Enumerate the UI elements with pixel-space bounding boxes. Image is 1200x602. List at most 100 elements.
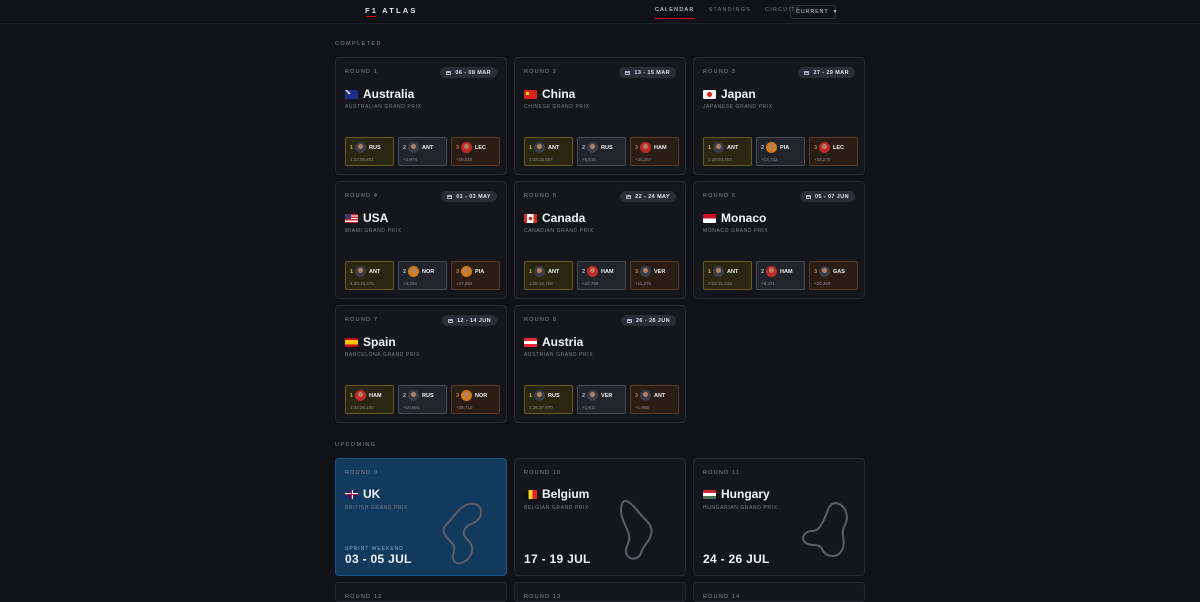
podium-position[interactable]: 1 RUS 1:23:06,801 (345, 137, 394, 166)
podium-position[interactable]: 2 NOR +3,264 (398, 261, 447, 290)
driver-time: +5,515 (582, 157, 596, 162)
country-name: Canada (542, 211, 586, 225)
podium-position[interactable]: 2 HAM +10,768 (577, 261, 626, 290)
date-range: 27 - 29 MAR (813, 69, 849, 76)
nav-standings[interactable]: STANDINGS (709, 7, 751, 17)
driver-code: HAM (654, 145, 667, 151)
position-number: 1 (708, 145, 712, 151)
driver-avatar (461, 266, 472, 277)
podium-position[interactable]: 1 ANT 1:28:15,758 (524, 261, 573, 290)
race-card[interactable]: ROUND 4 01 - 03 MAY USA MIAMI GRAND PRIX… (335, 181, 507, 299)
driver-code: LEC (833, 145, 844, 151)
driver-time: +25,267 (635, 157, 652, 162)
position-number: 2 (403, 145, 407, 151)
flag-icon (703, 489, 716, 499)
brand-logo[interactable]: F1 ATLAS (365, 6, 418, 15)
upcoming-card[interactable]: ROUND 10 Belgium BELGIAN GRAND PRIX 17 - … (514, 458, 686, 576)
driver-avatar (461, 390, 472, 401)
driver-time: +8,271 (761, 281, 775, 286)
podium-position[interactable]: 3 VER +11,276 (630, 261, 679, 290)
driver-time: 1:33:15,607 (529, 157, 553, 162)
date-badge: 27 - 29 MAR (798, 67, 855, 78)
podium-position[interactable]: 2 RUS +5,515 (577, 137, 626, 166)
round-label: ROUND 6 (703, 193, 737, 199)
podium: 1 ANT 2:23:31,243 2 HAM +8,271 3 GAS +20… (703, 261, 858, 290)
upcoming-card[interactable]: ROUND 11 Hungary HUNGARIAN GRAND PRIX 24 … (693, 458, 865, 576)
round-label: ROUND 13 (524, 594, 562, 600)
upcoming-card[interactable]: ROUND 12 (335, 582, 507, 602)
podium-position[interactable]: 1 ANT 1:28:03,403 (703, 137, 752, 166)
race-card[interactable]: ROUND 1 06 - 08 MAR Australia AUSTRALIAN… (335, 57, 507, 175)
event-dates: 03 - 05 JUL (345, 552, 412, 566)
position-number: 2 (582, 145, 586, 151)
driver-code: RUS (601, 145, 613, 151)
round-label: ROUND 12 (345, 594, 383, 600)
race-card[interactable]: ROUND 6 05 - 07 JUN Monaco MONACO GRAND … (693, 181, 865, 299)
position-number: 1 (708, 269, 712, 275)
podium-position[interactable]: 3 PIA +27,092 (451, 261, 500, 290)
podium-position[interactable]: 3 GAS +20,359 (809, 261, 858, 290)
driver-code: ANT (369, 269, 381, 275)
driver-code: ANT (548, 269, 560, 275)
podium-position[interactable]: 2 PIA +13,722 (756, 137, 805, 166)
race-card[interactable]: ROUND 5 22 - 24 MAY Canada CANADIAN GRAN… (514, 181, 686, 299)
race-card[interactable]: ROUND 8 26 - 28 JUN Austria AUSTRIAN GRA… (514, 305, 686, 423)
calendar-icon (626, 194, 632, 199)
driver-code: ANT (422, 145, 434, 151)
position-number: 3 (814, 145, 818, 151)
podium-position[interactable]: 1 ANT 1:33:19,275 (345, 261, 394, 290)
podium-position[interactable]: 2 VER +1,611 (577, 385, 626, 414)
podium-position[interactable]: 1 ANT 2:23:31,243 (703, 261, 752, 290)
top-bar: F1 ATLAS CALENDAR STANDINGS CIRCUITS CUR… (0, 0, 1200, 24)
calendar-icon (446, 70, 452, 75)
grand-prix-name: JAPANESE GRAND PRIX (703, 104, 773, 110)
podium-position[interactable]: 2 RUS +10,551 (398, 385, 447, 414)
country-row: Canada (524, 211, 585, 225)
race-card[interactable]: ROUND 2 13 - 15 MAR China CHINESE GRAND … (514, 57, 686, 175)
driver-avatar (640, 266, 651, 277)
podium-position[interactable]: 3 NOR +25,710 (451, 385, 500, 414)
race-card[interactable]: ROUND 7 12 - 14 JUN Spain BARCELONA GRAN… (335, 305, 507, 423)
country-name: USA (363, 211, 389, 225)
chevron-down-icon: ▼ (832, 9, 839, 15)
driver-code: VER (654, 269, 666, 275)
nav-calendar[interactable]: CALENDAR (655, 7, 695, 19)
upcoming-card[interactable]: ROUND 14 (693, 582, 865, 602)
circuit-map-icon (442, 502, 482, 565)
podium-position[interactable]: 3 ANT +1,955 (630, 385, 679, 414)
driver-avatar (355, 142, 366, 153)
podium: 1 ANT 1:33:15,607 2 RUS +5,515 3 HAM +25… (524, 137, 679, 166)
country-row: Monaco (703, 211, 766, 225)
country-name: China (542, 87, 576, 101)
upcoming-card[interactable]: ROUND 9 UK BRITISH GRAND PRIX SPRINT WEEK… (335, 458, 507, 576)
driver-time: +27,092 (456, 281, 473, 286)
podium-position[interactable]: 2 HAM +8,271 (756, 261, 805, 290)
flag-icon (345, 337, 358, 347)
position-number: 3 (814, 269, 818, 275)
round-label: ROUND 8 (524, 317, 558, 323)
podium: 1 RUS 1:26:37,970 2 VER +1,611 3 ANT +1,… (524, 385, 679, 414)
podium-position[interactable]: 3 LEC +15,270 (809, 137, 858, 166)
driver-avatar (587, 390, 598, 401)
flag-icon (703, 213, 716, 223)
podium-position[interactable]: 1 ANT 1:33:15,607 (524, 137, 573, 166)
grand-prix-name: MONACO GRAND PRIX (703, 228, 769, 234)
podium-position[interactable]: 1 HAM 1:32:26,105 (345, 385, 394, 414)
round-label: ROUND 4 (345, 193, 379, 199)
driver-code: HAM (369, 393, 382, 399)
position-number: 1 (350, 145, 354, 151)
race-card[interactable]: ROUND 3 27 - 29 MAR Japan JAPANESE GRAND… (693, 57, 865, 175)
upcoming-grid: ROUND 9 UK BRITISH GRAND PRIX SPRINT WEEK… (335, 458, 865, 602)
calendar-icon (447, 194, 453, 199)
round-label: ROUND 1 (345, 69, 379, 75)
driver-avatar (713, 266, 724, 277)
podium-position[interactable]: 3 HAM +25,267 (630, 137, 679, 166)
upcoming-card[interactable]: ROUND 13 (514, 582, 686, 602)
season-select[interactable]: CURRENT ▼ (790, 5, 839, 19)
date-badge: 22 - 24 MAY (620, 191, 676, 202)
driver-avatar (408, 266, 419, 277)
podium-position[interactable]: 3 LEC +15,519 (451, 137, 500, 166)
podium-position[interactable]: 2 ANT +2,974 (398, 137, 447, 166)
driver-code: PIA (475, 269, 485, 275)
podium-position[interactable]: 1 RUS 1:26:37,970 (524, 385, 573, 414)
